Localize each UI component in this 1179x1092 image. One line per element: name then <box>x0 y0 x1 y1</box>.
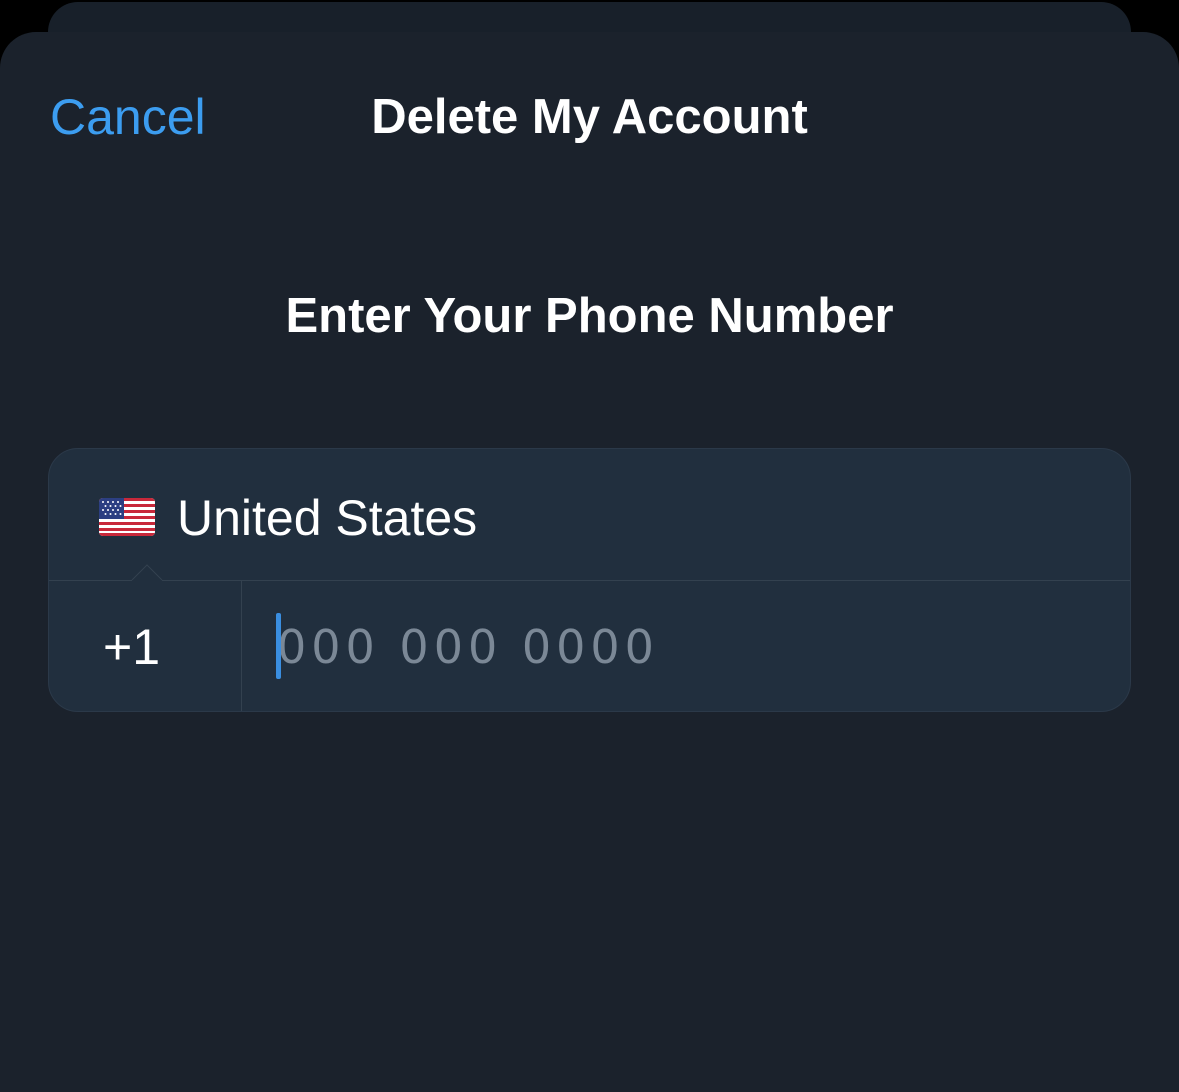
phone-number-heading: Enter Your Phone Number <box>285 289 894 343</box>
phone-entry-card: United States +1 <box>48 448 1131 712</box>
country-selector[interactable]: United States <box>49 449 1130 580</box>
phone-number-input[interactable] <box>242 581 1130 711</box>
country-name: United States <box>177 490 478 546</box>
us-flag-icon <box>99 498 155 536</box>
country-code-button[interactable]: +1 <box>49 581 241 711</box>
dial-code: +1 <box>103 619 161 675</box>
page-title: Delete My Account <box>371 90 808 144</box>
text-cursor <box>276 613 281 679</box>
cancel-button[interactable]: Cancel <box>50 86 206 148</box>
